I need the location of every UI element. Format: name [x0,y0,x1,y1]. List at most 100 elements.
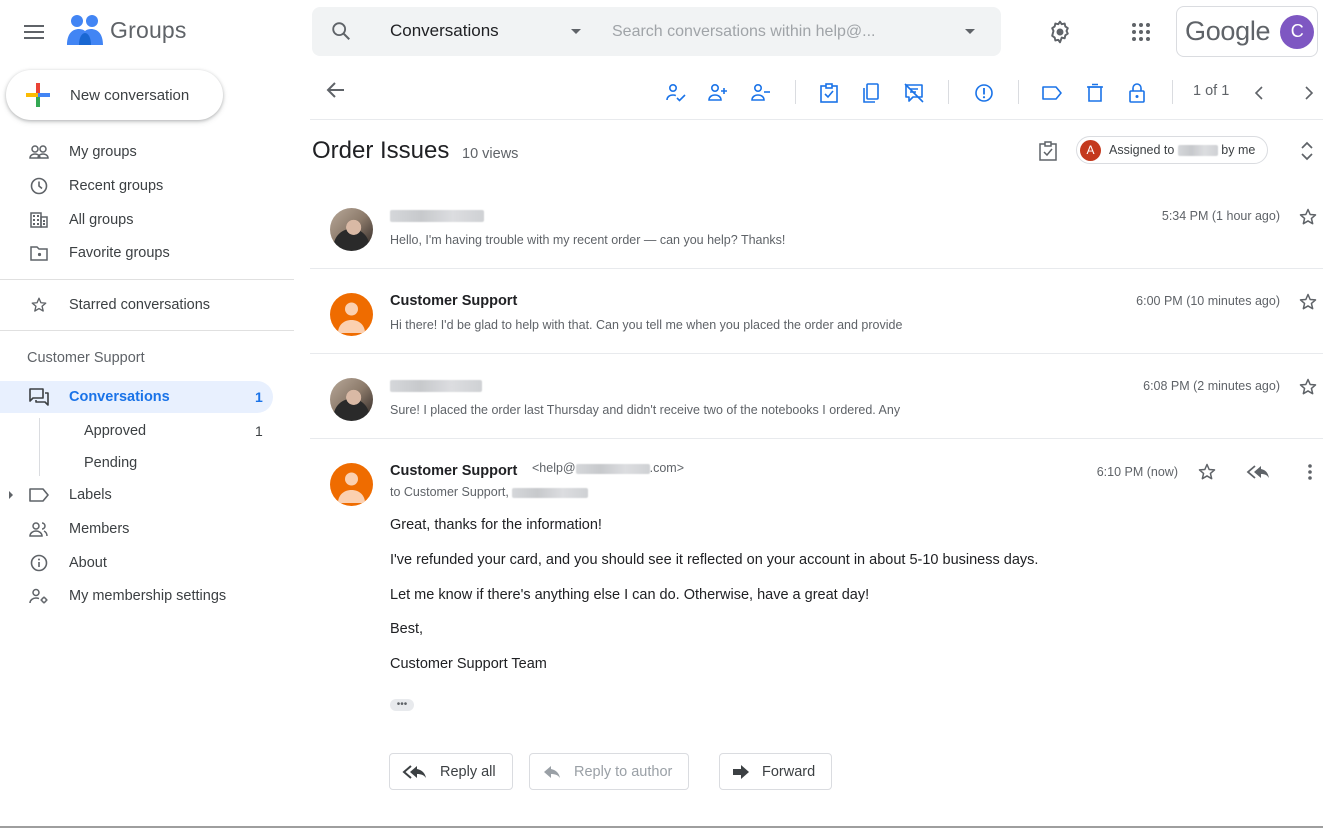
sidebar-divider [0,330,294,331]
next-chevron-icon[interactable] [1297,81,1321,105]
settings-gear-icon[interactable] [1047,19,1073,45]
assigned-prefix: Assigned to [1109,143,1175,157]
star-icon[interactable] [1298,377,1318,397]
back-arrow-icon[interactable] [326,80,346,100]
redacted-sender-name [390,380,482,392]
reply-all-icon[interactable] [1246,464,1270,480]
redacted-assignee [1177,145,1218,157]
message-body-line: Customer Support Team [390,656,547,672]
expanded-message: Customer Support <help@ .com> to Customer… [310,445,1323,805]
sender-photo-avatar [330,208,373,251]
member-settings-icon [28,587,50,605]
recipients-line[interactable]: to Customer Support, [390,485,589,499]
search-options-dropdown-icon[interactable] [964,28,976,35]
star-icon[interactable] [1298,207,1318,227]
message-body-line: Let me know if there's anything else I c… [390,587,870,603]
sidebar-item-approved[interactable]: Approved 1 [0,415,294,447]
reply-to-author-button[interactable]: Reply to author [529,753,690,790]
redacted-recipient [512,487,589,498]
sender-photo-avatar [330,378,373,421]
assign-person-add-icon[interactable] [706,81,730,105]
sidebar-item-label: All groups [69,212,134,228]
sidebar-item-about[interactable]: About [0,547,294,579]
sidebar-item-all-groups[interactable]: All groups [0,204,294,236]
new-conversation-label: New conversation [70,86,190,104]
search-scope-label[interactable]: Conversations [390,21,499,41]
sidebar-item-label: Pending [84,455,138,471]
sidebar-item-label: My membership settings [69,588,227,604]
folder-star-icon [28,244,50,262]
expand-collapse-all-icon[interactable] [1300,140,1314,162]
expand-arrow-icon[interactable] [8,491,14,499]
sidebar-item-conversations[interactable]: Conversations 1 [0,381,273,413]
search-icon[interactable] [330,20,352,42]
duplicate-copy-icon[interactable] [859,81,883,105]
sidebar-item-labels[interactable]: Labels [0,479,294,511]
message-time: 6:10 PM (now) [1096,465,1178,479]
sidebar-item-label: Conversations [69,389,170,405]
previous-chevron-icon[interactable] [1247,81,1271,105]
sidebar-item-recent-groups[interactable]: Recent groups [0,170,294,202]
clock-icon [28,177,50,195]
sender-email: <help@ .com> [532,461,684,475]
new-conversation-button[interactable]: New conversation [6,70,223,120]
sender-default-avatar [330,293,373,336]
groups-logo[interactable]: Groups [66,13,187,47]
star-icon[interactable] [1298,292,1318,312]
hamburger-icon [24,25,44,39]
forward-label: Forward [762,763,816,780]
groups-logo-icon [67,15,103,45]
email-prefix: <help@ [532,461,576,475]
message-row[interactable]: Hello, I'm having trouble with my recent… [310,190,1323,268]
main-menu-button[interactable] [20,18,50,46]
message-snippet: Hello, I'm having trouble with my recent… [390,233,786,247]
assignee-avatar: A [1080,139,1101,161]
report-spam-icon[interactable] [972,81,996,105]
search-input[interactable] [612,15,952,48]
search-bar: Conversations [312,7,1001,56]
assign-to-me-icon[interactable] [664,81,688,105]
message-row[interactable]: Customer Support Hi there! I'd be glad t… [310,275,1323,353]
item-count: 1 [255,423,263,439]
assigned-suffix: by me [1221,143,1256,157]
message-row[interactable]: Sure! I placed the order last Thursday a… [310,360,1323,438]
message-divider [310,268,1323,269]
message-body-line: I've refunded your card, and you should … [390,552,1039,568]
sidebar-item-starred-conversations[interactable]: Starred conversations [0,289,294,321]
reply-all-label: Reply all [440,763,496,780]
label-icon [28,486,50,504]
sidebar-item-membership-settings[interactable]: My membership settings [0,580,294,612]
message-time: 6:00 PM (10 minutes ago) [1136,294,1280,308]
more-options-icon[interactable] [1307,463,1313,481]
assignment-chip[interactable]: A Assigned to by me [1076,136,1269,164]
toolbar-separator [1172,80,1173,104]
sidebar-item-members[interactable]: Members [0,513,294,545]
star-icon [28,296,50,314]
reply-all-button[interactable]: Reply all [389,753,513,790]
account-button[interactable]: Google C [1176,6,1318,57]
conversation-title: Order Issues [312,137,450,164]
reply-icon [544,765,560,778]
search-scope-dropdown-icon[interactable] [570,28,582,35]
show-trimmed-content-button[interactable]: ••• [390,699,414,711]
unassign-person-remove-icon[interactable] [749,81,773,105]
lock-icon[interactable] [1125,81,1149,105]
no-action-needed-icon[interactable] [902,81,926,105]
apps-grid-icon[interactable] [1130,21,1152,43]
delete-trash-icon[interactable] [1083,81,1107,105]
resolution-checkbox-icon[interactable] [1038,140,1058,162]
forward-button[interactable]: Forward [719,753,833,790]
group-section-label: Customer Support [27,350,145,366]
view-count: 10 views [462,146,519,162]
star-icon[interactable] [1197,462,1217,482]
sidebar-item-pending[interactable]: Pending [0,447,294,479]
reply-to-author-label: Reply to author [574,763,673,780]
toolbar-separator [1018,80,1019,104]
redacted-sender-name [390,210,484,222]
sidebar-item-my-groups[interactable]: My groups [0,136,294,168]
mark-complete-clipboard-icon[interactable] [817,81,841,105]
building-icon [28,211,50,229]
redacted-domain [575,463,650,474]
add-label-icon[interactable] [1040,81,1064,105]
sidebar-item-favorite-groups[interactable]: Favorite groups [0,237,294,269]
